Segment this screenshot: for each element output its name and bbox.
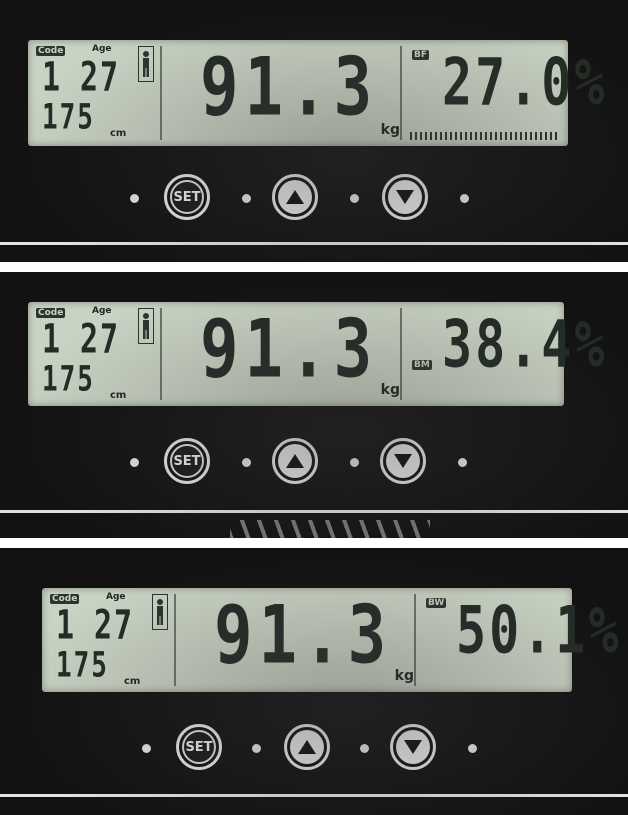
indicator-dot <box>242 458 251 467</box>
height-unit: cm <box>110 390 127 401</box>
weight-value: 91.3 <box>214 589 393 683</box>
lcd-display: Code Age 1 27 175 cm 91.3 kg BM 38.4% <box>28 302 605 406</box>
arrow-up-icon <box>286 190 304 204</box>
divider-line <box>0 510 628 513</box>
age-value: 27 <box>80 315 121 364</box>
profile-section: Code Age 1 27 175 cm <box>34 44 162 140</box>
control-row: SET <box>0 718 628 778</box>
set-button[interactable]: SET <box>176 724 222 770</box>
weight-value: 91.3 <box>200 303 379 397</box>
metric-section: BW 50.1% <box>420 594 619 686</box>
age-value: 27 <box>80 53 121 102</box>
set-button[interactable]: SET <box>164 438 210 484</box>
weight-section: 91.3 kg <box>164 308 402 400</box>
user-code: 1 <box>56 601 77 650</box>
indicator-dot <box>142 744 151 753</box>
set-label: SET <box>170 444 204 478</box>
metric-section: BM 38.4% <box>406 308 605 400</box>
age-label: Age <box>92 44 112 54</box>
metric-tag: BM <box>412 360 432 370</box>
lcd-display: Code Age 1 27 175 cm 91.3 kg BW 50.1% <box>42 588 619 692</box>
up-button[interactable] <box>272 174 318 220</box>
profile-section: Code Age 1 27 175 cm <box>48 592 176 687</box>
indicator-dot <box>460 194 469 203</box>
bar-scale <box>410 132 558 140</box>
arrow-up-icon <box>286 454 304 468</box>
indicator-dot <box>468 744 477 753</box>
weight-value: 91.3 <box>200 41 379 135</box>
arrow-down-icon <box>404 740 422 754</box>
person-icon <box>138 308 154 344</box>
indicator-dot <box>242 194 251 203</box>
indicator-dot <box>350 458 359 467</box>
metric-value: 27.0% <box>442 44 608 121</box>
lcd-display: Code Age 1 27 175 cm 91.3 kg BF 27.0% <box>28 40 605 146</box>
set-label: SET <box>182 730 216 764</box>
scale-photo-2: Code Age 1 27 175 cm 91.3 kg BM 38.4% SE… <box>0 272 628 538</box>
height-unit: cm <box>124 676 141 687</box>
metric-value: 50.1% <box>456 592 622 669</box>
age-value: 27 <box>94 601 135 650</box>
control-row: SET <box>0 432 628 492</box>
metric-section: BF 27.0% <box>406 46 605 140</box>
indicator-dot <box>130 194 139 203</box>
profile-section: Code Age 1 27 175 cm <box>34 306 162 401</box>
set-label: SET <box>170 180 204 214</box>
height-unit: cm <box>110 128 127 139</box>
user-code: 1 <box>42 315 63 364</box>
divider-line <box>0 794 628 797</box>
person-icon <box>138 46 154 82</box>
down-button[interactable] <box>390 724 436 770</box>
arrow-down-icon <box>394 454 412 468</box>
indicator-dot <box>458 458 467 467</box>
weight-section: 91.3 kg <box>178 594 416 686</box>
weight-unit: kg <box>394 668 414 684</box>
age-label: Age <box>106 592 126 602</box>
height-value: 175 <box>42 359 95 400</box>
indicator-dot <box>252 744 261 753</box>
up-button[interactable] <box>272 438 318 484</box>
control-row: SET <box>0 168 628 228</box>
up-button[interactable] <box>284 724 330 770</box>
ornament-pattern <box>230 520 430 538</box>
person-icon <box>152 594 168 630</box>
user-code: 1 <box>42 53 63 102</box>
arrow-up-icon <box>298 740 316 754</box>
weight-section: 91.3 kg <box>164 46 402 140</box>
metric-tag: BW <box>426 598 447 608</box>
down-button[interactable] <box>382 174 428 220</box>
weight-unit: kg <box>380 122 400 138</box>
metric-value: 38.4% <box>442 306 608 383</box>
scale-photo-1: Code Age 1 27 175 cm 91.3 kg BF 27.0% SE… <box>0 0 628 262</box>
indicator-dot <box>130 458 139 467</box>
indicator-dot <box>360 744 369 753</box>
weight-unit: kg <box>380 382 400 398</box>
height-value: 175 <box>56 645 109 686</box>
indicator-dot <box>350 194 359 203</box>
arrow-down-icon <box>396 190 414 204</box>
age-label: Age <box>92 306 112 316</box>
metric-tag: BF <box>412 50 430 60</box>
set-button[interactable]: SET <box>164 174 210 220</box>
scale-photo-3: Code Age 1 27 175 cm 91.3 kg BW 50.1% SE… <box>0 548 628 815</box>
divider-line <box>0 242 628 245</box>
height-value: 175 <box>42 97 95 138</box>
down-button[interactable] <box>380 438 426 484</box>
